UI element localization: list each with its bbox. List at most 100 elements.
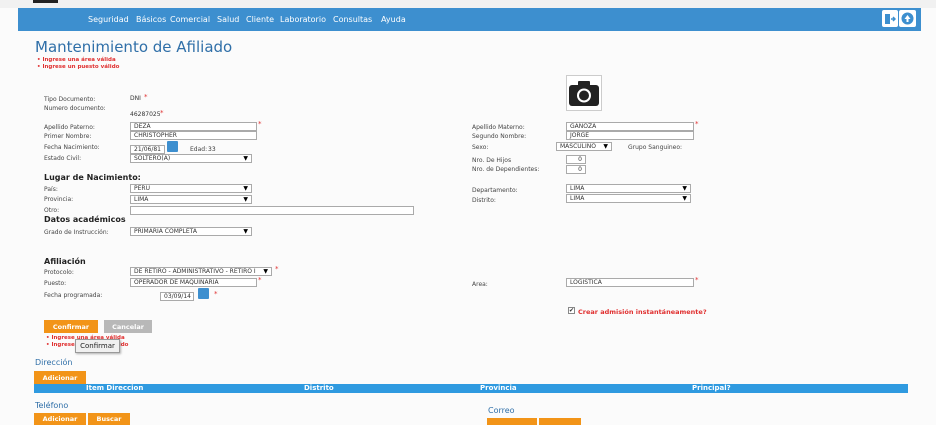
estado-civil-label: Estado Civil:: [44, 155, 82, 162]
error-message: • Ingrese un puesto válido: [37, 64, 120, 70]
menu-laboratorio[interactable]: Laboratorio: [280, 15, 326, 24]
apellido-paterno-label: Apellido Paterno:: [44, 124, 95, 131]
camera-icon: [569, 81, 599, 106]
sexo-select[interactable]: MASCULINO ▼: [556, 142, 612, 151]
chevron-down-icon: ▼: [243, 196, 248, 203]
menu-basicos[interactable]: Básicos: [136, 15, 166, 24]
dependientes-label: Nro. de Dependientes:: [472, 166, 540, 173]
photo-placeholder[interactable]: [566, 75, 602, 111]
apellido-materno-label: Apellido Materno:: [472, 124, 525, 131]
apellido-paterno-input[interactable]: DEZA: [130, 122, 257, 131]
pais-label: País:: [44, 186, 58, 193]
protocolo-select[interactable]: DE RETIRO - ADMINISTRATIVO - RETIRO I ▼: [130, 267, 272, 276]
crear-admision-checkbox[interactable]: ✔: [568, 307, 575, 314]
upload-icon: [901, 12, 914, 25]
sexo-value: MASCULINO: [560, 143, 596, 150]
lugar-nacimiento-heading: Lugar de Nacimiento:: [44, 173, 141, 182]
error-message: • Ingrese una área válida: [37, 57, 116, 63]
grupo-sanguineo-label: Grupo Sanguineo:: [628, 144, 683, 151]
page-title: Mantenimiento de Afiliado: [35, 38, 233, 56]
primer-nombre-label: Primer Nombre:: [44, 133, 92, 140]
menu-comercial[interactable]: Comercial: [170, 15, 210, 24]
direccion-heading: Dirección: [35, 358, 73, 367]
column-header[interactable]: Item Direccion: [86, 384, 143, 393]
protocolo-label: Protocolo:: [44, 269, 74, 276]
provincia-select[interactable]: LIMA ▼: [130, 195, 252, 204]
home-button[interactable]: [899, 10, 916, 27]
estado-civil-value: SOLTERO(A): [134, 155, 171, 162]
required-mark: *: [160, 109, 164, 117]
confirmar-tooltip: Confirmar: [75, 339, 120, 353]
grado-instruccion-value: PRIMARIA COMPLETA: [134, 228, 197, 235]
provincia-value: LIMA: [134, 196, 149, 203]
chevron-down-icon: ▼: [243, 228, 248, 235]
otro-label: Otro:: [44, 207, 60, 214]
calendar-icon[interactable]: [198, 288, 209, 299]
area-label: Area:: [472, 281, 488, 288]
fecha-programada-label: Fecha programada:: [44, 292, 103, 299]
window-top-strip: [0, 0, 936, 8]
menu-cliente[interactable]: Cliente: [246, 15, 274, 24]
column-header[interactable]: Distrito: [304, 384, 334, 393]
otro-input[interactable]: [130, 206, 414, 215]
chevron-down-icon: ▼: [682, 185, 687, 192]
apellido-materno-input[interactable]: GANOZA: [566, 122, 694, 131]
column-header[interactable]: Provincia: [480, 384, 517, 393]
adicionar-correo-button[interactable]: [487, 418, 537, 425]
departamento-select[interactable]: LIMA ▼: [566, 184, 691, 193]
required-mark: *: [275, 265, 279, 273]
calendar-icon[interactable]: [167, 141, 178, 152]
cancelar-button[interactable]: Cancelar: [104, 320, 152, 333]
menu-consultas[interactable]: Consultas: [333, 15, 372, 24]
required-mark: *: [258, 276, 262, 284]
segundo-nombre-input[interactable]: JORGE: [566, 131, 694, 140]
distrito-label: Distrito:: [472, 197, 496, 204]
column-header[interactable]: Principal?: [692, 384, 731, 393]
telefono-heading: Teléfono: [35, 401, 69, 410]
tipo-documento-label: Tipo Documento:: [44, 96, 96, 103]
logout-button[interactable]: [882, 10, 898, 27]
protocolo-value: DE RETIRO - ADMINISTRATIVO - RETIRO I: [134, 268, 256, 275]
chevron-down-icon: ▼: [603, 143, 608, 150]
direccion-table-header: Item Direccion Distrito Provincia Princi…: [34, 384, 908, 393]
numero-documento-label: Numero documento:: [44, 105, 106, 112]
buscar-telefono-button[interactable]: Buscar: [88, 413, 130, 425]
puesto-input[interactable]: OPERADOR DE MAQUINARIA: [130, 278, 257, 287]
puesto-label: Puesto:: [44, 280, 67, 287]
departamento-label: Departamento:: [472, 187, 518, 194]
grado-instruccion-label: Grado de Instrucción:: [44, 229, 109, 236]
buscar-correo-button[interactable]: [539, 418, 581, 425]
crear-admision-label: Crear admisión instantáneamente?: [578, 308, 707, 316]
fecha-programada-input[interactable]: 03/09/14: [160, 292, 194, 301]
hijos-label: Nro. De Hijos: [472, 157, 512, 164]
fecha-nacimiento-input[interactable]: 21/06/81: [130, 145, 165, 154]
hijos-input[interactable]: 0: [566, 155, 586, 164]
datos-academicos-heading: Datos académicos: [44, 215, 126, 224]
tipo-documento-value: DNI: [130, 95, 141, 102]
distrito-select[interactable]: LIMA ▼: [566, 194, 691, 203]
fecha-nacimiento-label: Fecha Nacimiento:: [44, 144, 100, 151]
pais-select[interactable]: PERU ▼: [130, 184, 252, 193]
required-mark: *: [214, 290, 218, 298]
primer-nombre-input[interactable]: CHRISTOPHER: [130, 131, 257, 140]
required-mark: *: [695, 120, 699, 128]
menu-seguridad[interactable]: Seguridad: [88, 15, 129, 24]
adicionar-direccion-button[interactable]: Adicionar: [34, 371, 86, 384]
chevron-down-icon: ▼: [243, 185, 248, 192]
dependientes-input[interactable]: 0: [566, 165, 586, 174]
correo-heading: Correo: [488, 406, 515, 415]
area-input[interactable]: LOGISTICA: [566, 278, 694, 287]
chevron-down-icon: ▼: [243, 155, 248, 162]
numero-documento-value: 46287025: [130, 111, 161, 118]
provincia-label: Provincia:: [44, 196, 74, 203]
grado-instruccion-select[interactable]: PRIMARIA COMPLETA ▼: [130, 227, 252, 236]
chevron-down-icon: ▼: [682, 195, 687, 202]
adicionar-telefono-button[interactable]: Adicionar: [34, 413, 86, 425]
estado-civil-select[interactable]: SOLTERO(A) ▼: [130, 154, 252, 163]
edad-label: Edad:: [190, 146, 208, 153]
menu-ayuda[interactable]: Ayuda: [381, 15, 406, 24]
confirmar-button[interactable]: Confirmar: [44, 320, 98, 333]
departamento-value: LIMA: [570, 185, 585, 192]
menu-salud[interactable]: Salud: [217, 15, 239, 24]
logout-icon: [885, 13, 896, 24]
